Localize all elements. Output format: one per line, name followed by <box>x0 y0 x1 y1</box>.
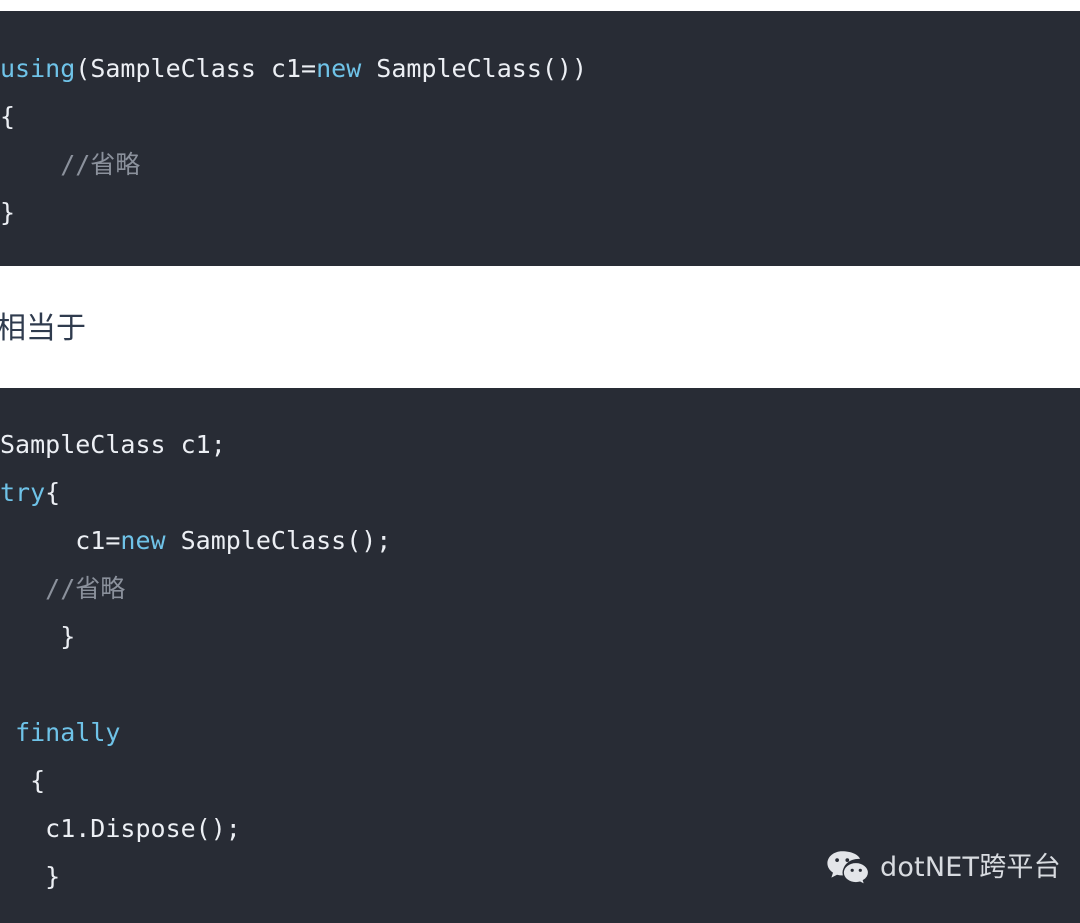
code-token-keyword: new <box>316 54 362 83</box>
code-token-keyword: new <box>120 526 166 555</box>
code-line: } <box>0 189 1080 237</box>
code-token-plain: SampleClass()) <box>361 54 588 83</box>
page-root: using(SampleClass c1=new SampleClass()){… <box>0 0 1080 923</box>
code-token-plain: } <box>0 622 76 651</box>
code-line: try{ <box>0 469 1080 517</box>
code-token-keyword: finally <box>15 718 121 747</box>
prose-band: 相当于 <box>0 266 1080 388</box>
watermark: dotNET跨平台 <box>826 849 1061 887</box>
code-line: } <box>0 613 1080 661</box>
code-line: { <box>0 757 1080 805</box>
code-line: using(SampleClass c1=new SampleClass()) <box>0 45 1080 93</box>
wechat-icon <box>827 851 870 887</box>
code-token-plain: c1= <box>0 526 121 555</box>
code-token-plain: c1.Dispose(); <box>0 814 241 843</box>
code-token-keyword: try <box>0 478 46 507</box>
code-token-plain: { <box>0 102 16 131</box>
code-line: //省略 <box>0 565 1080 613</box>
code-line: { <box>0 93 1080 141</box>
code-line: c1=new SampleClass(); <box>0 517 1080 565</box>
code-token-plain: SampleClass c1; <box>0 430 226 459</box>
code-token-plain: } <box>0 862 61 891</box>
code-line: //省略 <box>0 141 1080 189</box>
code-token-plain: (SampleClass c1= <box>75 54 317 83</box>
watermark-label: dotNET跨平台 <box>880 852 1061 883</box>
code-token-keyword: using <box>0 54 76 83</box>
code-token-plain: SampleClass(); <box>165 526 392 555</box>
code-line: c1.Dispose(); <box>0 805 1080 853</box>
code-token-plain: } <box>0 198 16 227</box>
code-token-comment: //省略 <box>0 150 141 179</box>
prose-equivalent-to: 相当于 <box>0 311 86 346</box>
code-line: finally <box>0 709 1080 757</box>
code-block-try-finally: SampleClass c1; try{ c1=new SampleClass()… <box>0 388 1080 923</box>
code-token-comment: //省略 <box>0 574 126 603</box>
code-block-using: using(SampleClass c1=new SampleClass()) {… <box>0 11 1080 266</box>
code-token-plain: { <box>45 478 61 507</box>
code-line: SampleClass c1; <box>0 421 1080 469</box>
code-token-plain: { <box>0 766 46 795</box>
